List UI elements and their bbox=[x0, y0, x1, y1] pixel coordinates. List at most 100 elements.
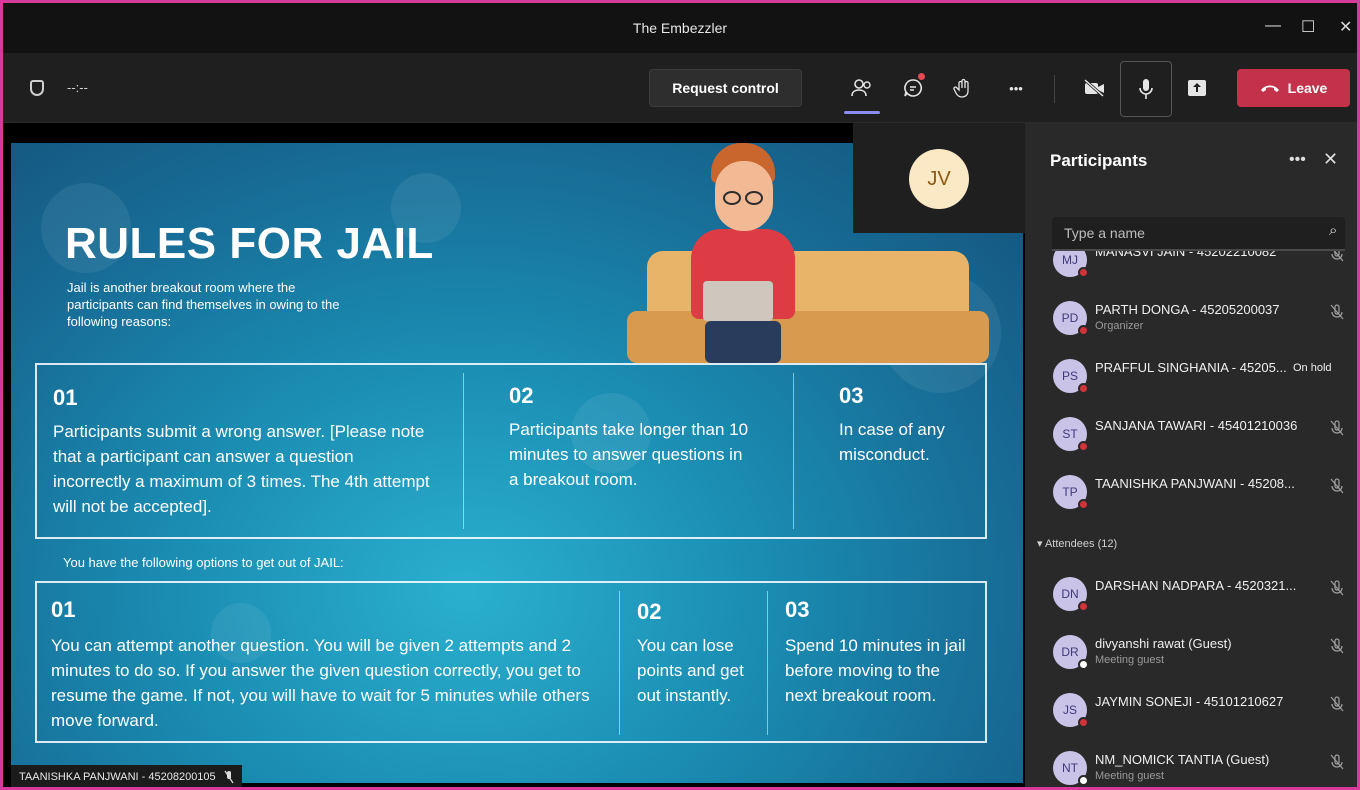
sofa-seat bbox=[627, 311, 989, 363]
participant-avatar: DN bbox=[1053, 577, 1089, 612]
presence-status-icon bbox=[1078, 775, 1089, 786]
participant-row[interactable]: MJ MANASVI JAIN - 45202210082 bbox=[1025, 251, 1357, 289]
participant-avatar: PD bbox=[1053, 301, 1089, 336]
options-label: You have the following options to get ou… bbox=[63, 555, 344, 570]
mic-muted-icon bbox=[1330, 580, 1344, 600]
unread-badge bbox=[918, 73, 925, 80]
panel-close-icon[interactable]: ✕ bbox=[1323, 149, 1338, 170]
presenter-name: TAANISHKA PANJWANI - 45208200105 bbox=[19, 771, 216, 783]
option-number: 02 bbox=[637, 599, 662, 624]
participant-name: DARSHAN NADPARA - 4520321... bbox=[1095, 578, 1297, 593]
participant-list: MJ MANASVI JAIN - 45202210082 PD PARTH DONG… bbox=[1025, 251, 1357, 787]
chat-icon[interactable] bbox=[899, 73, 927, 101]
phone-hangup-icon bbox=[1260, 85, 1279, 92]
request-control-button[interactable]: Request control bbox=[649, 69, 802, 107]
character-legs bbox=[705, 321, 781, 363]
option-text: You can attempt another question. You wi… bbox=[51, 636, 590, 730]
presence-status-icon bbox=[1078, 601, 1089, 612]
reason-text: Participants submit a wrong answer. [Ple… bbox=[53, 422, 430, 516]
participants-panel: Participants ••• ✕ MJ MANASVI JAIN - 4520… bbox=[1025, 123, 1357, 787]
reason-text: In case of any misconduct. bbox=[839, 420, 945, 464]
more-actions-icon[interactable]: ••• bbox=[1002, 75, 1030, 101]
self-video-tile[interactable]: JV bbox=[853, 123, 1025, 233]
participant-row[interactable]: DN DARSHAN NADPARA - 4520321... bbox=[1025, 565, 1357, 623]
laptop-illustration bbox=[703, 281, 773, 321]
avatar-initials: DN bbox=[1061, 587, 1079, 601]
mic-muted-icon bbox=[1330, 638, 1344, 658]
presence-status-icon bbox=[1078, 383, 1089, 394]
leave-button[interactable]: Leave bbox=[1237, 69, 1350, 107]
participant-row[interactable]: PD PARTH DONGA - 45205200037 Organizer bbox=[1025, 289, 1357, 347]
avatar-initials: DR bbox=[1061, 645, 1079, 659]
attendees-section-label[interactable]: ▾ Attendees (12) bbox=[1037, 537, 1117, 550]
participant-avatar: MJ bbox=[1053, 251, 1089, 278]
people-icon[interactable] bbox=[848, 75, 876, 101]
search-icon[interactable]: ⌕ bbox=[1329, 222, 1337, 239]
participant-row[interactable]: PS PRAFFUL SINGHANIA - 45205... On hold bbox=[1025, 347, 1357, 405]
reactions-icon[interactable] bbox=[949, 75, 977, 101]
participant-name: PARTH DONGA - 45205200037 bbox=[1095, 302, 1280, 317]
presence-status-icon bbox=[1078, 267, 1089, 278]
share-screen-icon[interactable] bbox=[1183, 75, 1211, 101]
option-text: Spend 10 minutes in jail before moving t… bbox=[785, 636, 966, 705]
maximize-icon[interactable]: ☐ bbox=[1301, 17, 1315, 37]
reason-number: 01 bbox=[53, 385, 78, 410]
presence-status-icon bbox=[1078, 499, 1089, 510]
presence-status-icon bbox=[1078, 325, 1089, 336]
participant-name: TAANISHKA PANJWANI - 45208... bbox=[1095, 476, 1295, 491]
meeting-toolbar: --:-- Request control ••• Leave bbox=[3, 53, 1357, 123]
participant-avatar: TP bbox=[1053, 475, 1089, 510]
avatar-initials: ST bbox=[1062, 427, 1078, 441]
avatar-initials: JS bbox=[1062, 703, 1077, 717]
participant-avatar: NT bbox=[1053, 751, 1089, 786]
option-number: 03 bbox=[785, 597, 810, 622]
mic-muted-icon bbox=[1330, 420, 1344, 440]
close-window-icon[interactable]: ✕ bbox=[1339, 17, 1352, 37]
participant-avatar: DR bbox=[1053, 635, 1089, 670]
participant-role: Meeting guest bbox=[1095, 770, 1165, 782]
participant-row[interactable]: NT NM_NOMICK TANTIA (Guest) Meeting guest bbox=[1025, 739, 1357, 787]
minimize-icon[interactable]: — bbox=[1265, 17, 1281, 35]
camera-off-icon[interactable] bbox=[1081, 75, 1109, 101]
mic-muted-icon bbox=[1330, 696, 1344, 716]
avatar-initials: MJ bbox=[1062, 253, 1078, 267]
self-avatar: JV bbox=[909, 149, 969, 209]
participant-name: PRAFFUL SINGHANIA - 45205... bbox=[1095, 360, 1287, 375]
reasons-divider bbox=[463, 373, 464, 529]
options-divider bbox=[619, 591, 620, 735]
participant-name: MANASVI JAIN - 45202210082 bbox=[1095, 251, 1277, 259]
avatar-initials: TP bbox=[1062, 485, 1078, 499]
mic-muted-icon bbox=[1330, 304, 1344, 324]
panel-more-icon[interactable]: ••• bbox=[1289, 151, 1306, 169]
participant-name: NM_NOMICK TANTIA (Guest) bbox=[1095, 752, 1270, 767]
participant-role: Organizer bbox=[1095, 320, 1144, 332]
microphone-button[interactable] bbox=[1120, 61, 1172, 117]
on-hold-label: On hold bbox=[1293, 362, 1332, 374]
participant-name: divyanshi rawat (Guest) bbox=[1095, 636, 1232, 651]
options-box: 01 You can attempt another question. You… bbox=[35, 581, 987, 743]
title-bar: The Embezzler — ☐ ✕ bbox=[3, 3, 1357, 53]
mic-muted-icon bbox=[1330, 251, 1344, 266]
avatar-initials: PS bbox=[1061, 369, 1078, 383]
presenter-name-tag: TAANISHKA PANJWANI - 45208200105 bbox=[11, 765, 242, 787]
participant-name: JAYMIN SONEJI - 45101210627 bbox=[1095, 694, 1284, 709]
microphone-icon bbox=[1139, 79, 1153, 99]
leave-label: Leave bbox=[1287, 80, 1328, 96]
participant-avatar: PS bbox=[1053, 359, 1089, 394]
participant-row[interactable]: JS JAYMIN SONEJI - 45101210627 bbox=[1025, 681, 1357, 739]
participant-name: SANJANA TAWARI - 45401210036 bbox=[1095, 418, 1298, 433]
participant-avatar: ST bbox=[1053, 417, 1089, 452]
participant-row[interactable]: TP TAANISHKA PANJWANI - 45208... bbox=[1025, 463, 1357, 521]
presence-status-icon bbox=[1078, 659, 1089, 670]
option-number: 01 bbox=[51, 597, 76, 622]
app-window: The Embezzler — ☐ ✕ --:-- Request contro… bbox=[0, 0, 1360, 790]
participant-row[interactable]: DR divyanshi rawat (Guest) Meeting guest bbox=[1025, 623, 1357, 681]
participant-row[interactable]: ST SANJANA TAWARI - 45401210036 bbox=[1025, 405, 1357, 463]
mic-muted-icon bbox=[1330, 478, 1344, 498]
options-divider bbox=[767, 591, 768, 735]
participant-search-input[interactable] bbox=[1052, 217, 1345, 251]
participant-avatar: JS bbox=[1053, 693, 1089, 728]
avatar-initials: PD bbox=[1061, 311, 1079, 325]
reason-number: 02 bbox=[509, 383, 534, 408]
panel-title: Participants bbox=[1050, 151, 1148, 170]
